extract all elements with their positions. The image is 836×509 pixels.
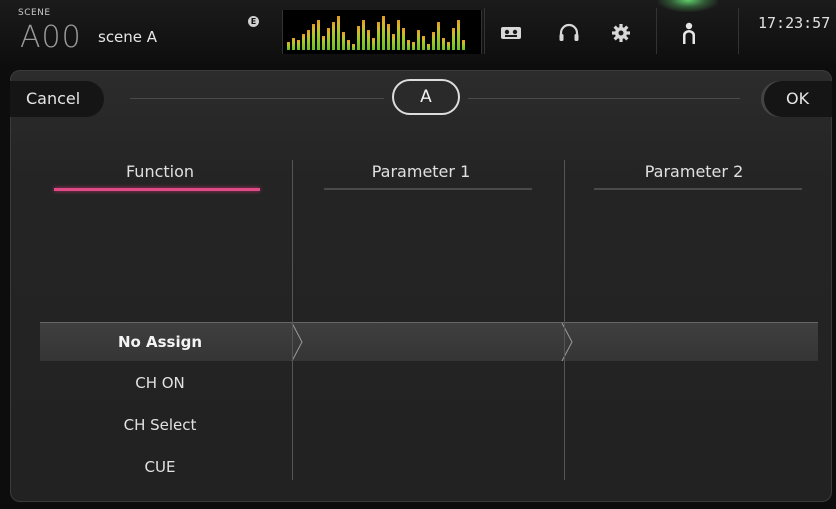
meter-bar — [407, 40, 410, 50]
cancel-button[interactable]: Cancel — [10, 81, 104, 117]
meter-bar — [297, 40, 300, 50]
meter-bar — [342, 32, 345, 50]
column-header-parameter-2[interactable]: Parameter 2 — [572, 162, 816, 181]
dialog-title: A — [392, 79, 460, 115]
top-status-bar: SCENE A00 scene A E 17:23:57 — [0, 0, 836, 64]
scene-name: scene A — [98, 28, 158, 46]
meter-bar — [332, 22, 335, 50]
meter-bar — [327, 28, 330, 50]
scene-number: A00 — [20, 20, 82, 55]
user-icon[interactable] — [676, 20, 702, 44]
toolbar-divider — [738, 8, 739, 54]
title-rule-right — [468, 98, 740, 99]
meter-bar — [452, 28, 455, 50]
scene-caption: SCENE — [18, 8, 51, 18]
toolbar-divider — [484, 8, 485, 54]
meter-bar — [347, 40, 350, 50]
scene-display[interactable]: SCENE A00 scene A E — [10, 6, 270, 56]
recorder-icon[interactable] — [498, 22, 524, 44]
meter-bar — [377, 22, 380, 50]
meter-bar — [427, 44, 430, 50]
function-item-cue[interactable]: CUE — [40, 458, 280, 476]
meter-bar — [362, 20, 365, 50]
meter-bar — [287, 42, 290, 50]
meter-bar — [382, 16, 385, 50]
meter-bar — [462, 40, 465, 50]
column-underline-parameter-1 — [324, 188, 532, 190]
gear-icon[interactable] — [608, 22, 634, 44]
column-divider — [564, 160, 565, 480]
meter-bar — [307, 30, 310, 50]
meter-bar — [402, 28, 405, 50]
meter-bar — [437, 22, 440, 50]
meter-bar — [447, 42, 450, 50]
meter-bar — [322, 36, 325, 50]
user-indicator — [658, 0, 718, 12]
level-meter[interactable] — [282, 10, 482, 54]
level-meter-bars — [287, 12, 477, 50]
scene-badge: E — [248, 16, 259, 27]
function-item-no-assign[interactable]: No Assign — [40, 333, 280, 351]
column-underline-parameter-2 — [594, 188, 802, 190]
clock: 17:23:57 — [758, 14, 831, 32]
ok-button[interactable]: OK — [764, 81, 832, 117]
meter-bar — [367, 30, 370, 50]
function-item-ch-select[interactable]: CH Select — [40, 416, 280, 434]
meter-bar — [457, 20, 460, 50]
meter-bar — [372, 38, 375, 50]
meter-bar — [412, 42, 415, 50]
meter-bar — [317, 20, 320, 50]
column-divider — [292, 160, 293, 480]
column-underline-function — [54, 188, 260, 191]
meter-bar — [292, 38, 295, 50]
meter-bar — [417, 30, 420, 50]
assign-dialog: Cancel A OK Function Parameter 1 Paramet… — [10, 70, 832, 502]
meter-bar — [302, 34, 305, 50]
column-header-function[interactable]: Function — [40, 162, 280, 181]
meter-bar — [392, 34, 395, 50]
meter-bar — [422, 36, 425, 50]
meter-bar — [352, 44, 355, 50]
meter-bar — [357, 26, 360, 50]
toolbar-divider — [656, 8, 657, 54]
meter-bar — [397, 20, 400, 50]
headphones-icon[interactable] — [556, 22, 582, 44]
meter-bar — [432, 32, 435, 50]
column-header-parameter-1[interactable]: Parameter 1 — [300, 162, 542, 181]
title-rule-left — [130, 98, 384, 99]
meter-bar — [387, 24, 390, 50]
meter-bar — [312, 24, 315, 50]
function-item-ch-on[interactable]: CH ON — [40, 374, 280, 392]
meter-bar — [442, 38, 445, 50]
meter-bar — [337, 16, 340, 50]
